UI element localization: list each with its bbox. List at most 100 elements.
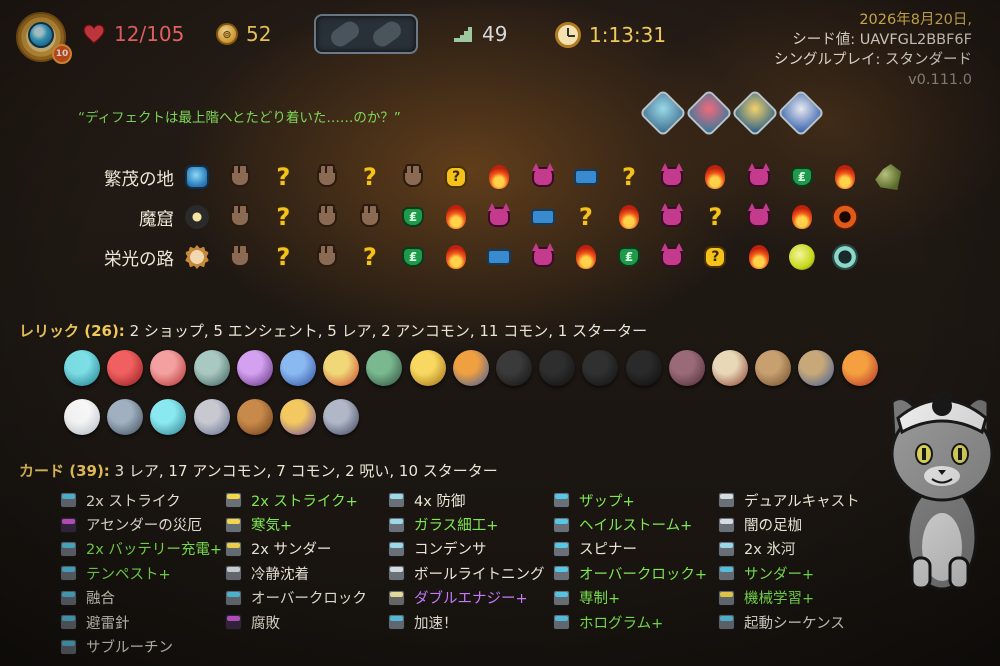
feather-icon[interactable] [280, 350, 316, 386]
map-node[interactable] [875, 164, 902, 190]
map-node[interactable]: ? [702, 203, 728, 231]
floor-display[interactable]: 49 [452, 22, 507, 46]
empty-potion-slot-icon[interactable] [369, 18, 405, 50]
card-entry[interactable]: 加速！ [388, 610, 545, 634]
map-node[interactable] [832, 244, 858, 270]
map-node[interactable] [530, 163, 556, 190]
acorn-icon[interactable] [798, 350, 835, 386]
map-node[interactable] [530, 243, 556, 270]
card-entry[interactable]: ヘイルストーム+ [553, 512, 707, 536]
hp-display[interactable]: 12/105 [82, 22, 184, 46]
card-entry[interactable]: 2x ストライク [60, 488, 222, 512]
card-entry[interactable]: ダブルエナジー+ [388, 586, 545, 610]
map-node[interactable] [789, 204, 815, 230]
run-timer[interactable]: 1:13:31 [555, 22, 666, 48]
red-mask-icon[interactable] [150, 350, 187, 386]
map-node[interactable] [184, 244, 210, 270]
card-entry[interactable]: 寒気+ [225, 512, 367, 536]
dice-icon[interactable] [107, 350, 144, 386]
chest-relic-icon[interactable] [730, 88, 780, 138]
map-node[interactable] [314, 244, 340, 270]
map-node[interactable]: ? [270, 243, 296, 271]
potion-belt[interactable] [314, 14, 418, 54]
map-node[interactable] [746, 163, 772, 190]
map-node[interactable] [357, 204, 383, 230]
golden-disc-icon[interactable] [409, 350, 446, 386]
gold-display[interactable]: ⊚ 52 [216, 22, 271, 46]
map-node[interactable] [227, 204, 253, 230]
card-entry[interactable]: 融合 [60, 586, 222, 610]
map-node[interactable] [702, 164, 728, 190]
card-entry[interactable]: 2x ストライク+ [225, 488, 367, 512]
card-entry[interactable]: ガラス細工+ [388, 512, 545, 536]
map-node[interactable] [659, 163, 685, 190]
card-entry[interactable]: ホログラム+ [553, 610, 707, 634]
map-node[interactable] [443, 244, 469, 270]
card-entry[interactable]: 2x サンダー [225, 537, 367, 561]
card-entry[interactable]: 2x バッテリー充電+ [60, 537, 222, 561]
card-entry[interactable]: テンペスト+ [60, 561, 222, 585]
shield-cloth-icon[interactable] [193, 399, 230, 435]
map-node[interactable] [573, 164, 599, 190]
card-entry[interactable]: ボールライトニング [388, 561, 545, 585]
lantern-box-icon[interactable] [452, 350, 489, 386]
eye-relic-icon[interactable] [776, 88, 826, 138]
dark-swirl-icon[interactable] [625, 350, 662, 386]
prism-icon[interactable] [150, 399, 187, 435]
map-node[interactable]: ? [270, 163, 296, 191]
tent-icon[interactable] [712, 350, 748, 386]
card-entry[interactable]: 2x 氷河 [718, 537, 860, 561]
map-node[interactable]: ? [270, 203, 296, 231]
map-node[interactable] [832, 164, 858, 190]
map-node[interactable]: ? [443, 164, 469, 190]
card-entry[interactable]: アセンダーの災厄 [60, 512, 222, 536]
map-node[interactable] [314, 164, 340, 190]
gremlin-jar-icon[interactable] [193, 350, 230, 386]
card-entry[interactable]: デュアルキャスト [718, 488, 860, 512]
map-node[interactable]: ₤ [789, 164, 815, 190]
map-node[interactable] [443, 204, 469, 230]
axe-relic-icon[interactable] [638, 88, 688, 138]
map-node[interactable]: ? [357, 163, 383, 191]
map-node[interactable] [227, 164, 253, 190]
cracked-core-icon[interactable] [64, 350, 100, 386]
map-node[interactable] [184, 204, 210, 230]
card-entry[interactable]: オーバークロック+ [553, 561, 707, 585]
map-node[interactable] [184, 164, 210, 190]
backpack-icon[interactable] [755, 350, 792, 386]
map-node[interactable]: ₤ [616, 244, 642, 270]
card-entry[interactable]: 起動シーケンス [718, 610, 860, 634]
dark-ticket-icon[interactable] [582, 350, 619, 386]
teapot-icon[interactable] [366, 350, 403, 386]
map-node[interactable] [400, 164, 426, 190]
card-entry[interactable]: サンダー+ [718, 561, 860, 585]
map-node[interactable]: ₤ [400, 204, 426, 230]
map-node[interactable] [616, 204, 642, 230]
card-entry[interactable]: サブルーチン [60, 634, 222, 658]
heart-relic-icon[interactable] [684, 88, 734, 138]
card-entry[interactable]: 腐敗 [225, 610, 367, 634]
purple-eye-icon[interactable] [236, 350, 273, 386]
map-node[interactable]: ₤ [400, 244, 426, 270]
kunai-icon[interactable] [323, 399, 360, 435]
map-node[interactable] [486, 244, 512, 270]
map-node[interactable]: ? [616, 163, 642, 191]
card-entry[interactable]: ザップ+ [553, 488, 707, 512]
dark-brick-icon[interactable] [539, 350, 576, 386]
white-flower-icon[interactable] [64, 399, 100, 435]
map-node[interactable] [530, 204, 556, 230]
empty-potion-slot-icon[interactable] [327, 18, 363, 50]
map-node[interactable] [746, 244, 772, 270]
card-entry[interactable]: スピナー [553, 537, 707, 561]
card-entry[interactable]: 4x 防御 [388, 488, 545, 512]
map-node[interactable] [788, 244, 815, 270]
old-coin-icon[interactable] [496, 350, 532, 386]
map-node[interactable] [659, 243, 685, 270]
map-node[interactable] [227, 244, 253, 270]
orrery-icon[interactable] [280, 399, 316, 435]
cannon-icon[interactable] [841, 350, 878, 386]
map-node[interactable] [659, 203, 685, 230]
candy-icon[interactable] [323, 350, 360, 386]
card-entry[interactable]: コンデンサ [388, 537, 545, 561]
map-node[interactable]: ? [702, 244, 728, 270]
